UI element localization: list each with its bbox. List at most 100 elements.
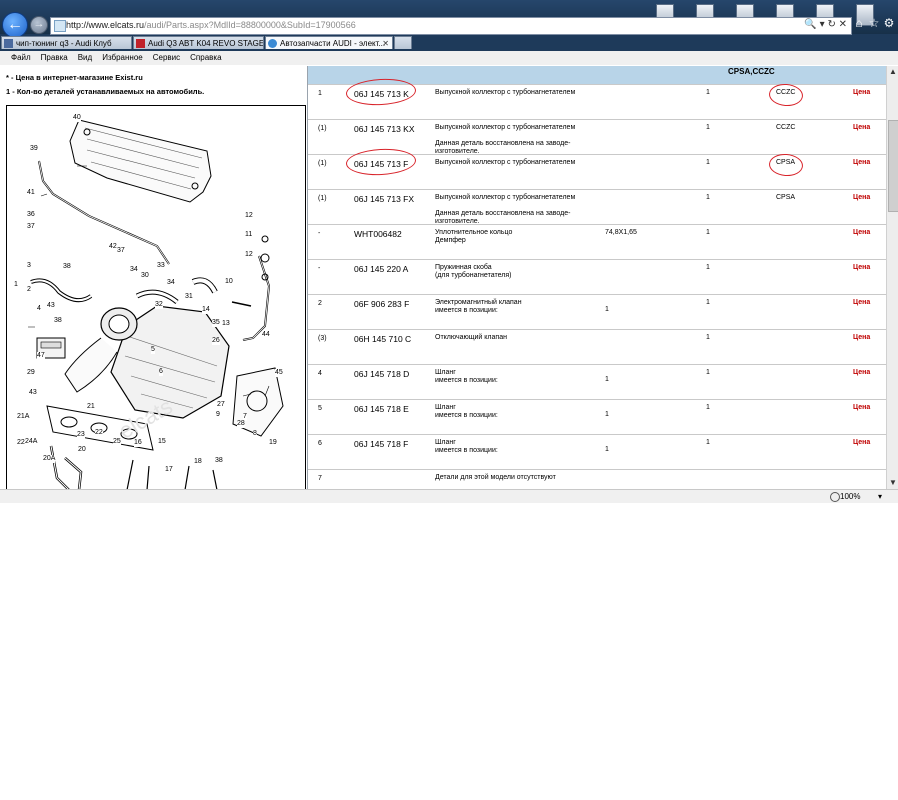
price-link[interactable]: Цена [853,229,870,236]
price-link[interactable]: Цена [853,439,870,446]
tab-abt-revo[interactable]: Audi Q3 ABT K04 REVO STAGE III [133,36,264,49]
zoom-level[interactable]: 100% [840,490,860,503]
diagram-callout-number[interactable]: 37 [117,247,125,255]
price-link[interactable]: Цена [853,334,870,341]
diagram-callout-number[interactable]: 27 [217,401,225,409]
part-number-link[interactable]: 06J 145 713 KX [354,124,448,134]
part-number-link[interactable]: 06J 145 718 D [354,369,448,379]
diagram-callout-number[interactable]: 47 [37,352,45,360]
diagram-callout-number[interactable]: 24A [25,438,38,446]
price-link[interactable]: Цена [853,299,870,306]
diagram-callout-number[interactable]: 21A [17,413,30,421]
diagram-callout-number[interactable]: 8 [253,430,257,438]
new-tab-button[interactable] [394,36,412,49]
diagram-callout-number[interactable]: 38 [215,457,223,465]
diagram-callout-number[interactable]: 28 [237,420,245,428]
diagram-callout-number[interactable]: 5 [151,346,155,354]
diagram-callout-number[interactable]: 42 [109,243,117,251]
diagram-callout-number[interactable]: 41 [27,189,35,197]
diagram-callout-number[interactable]: 19 [269,439,277,447]
part-number-link[interactable]: 06J 145 220 A [354,264,448,274]
diagram-callout-number[interactable]: 14 [202,306,210,314]
diagram-callout-number[interactable]: 40 [73,114,81,122]
part-number-link[interactable]: 06H 145 710 C [354,334,448,344]
diagram-callout-number[interactable]: 35 [212,319,220,327]
part-number-link[interactable]: WHT006482 [354,229,448,239]
price-link[interactable]: Цена [853,89,870,96]
diagram-callout-number[interactable]: 2 [27,286,31,294]
diagram-callout-number[interactable]: 13 [222,320,230,328]
diagram-callout-number[interactable]: 20A [43,455,56,463]
forward-button[interactable]: → [30,16,48,34]
price-link[interactable]: Цена [853,264,870,271]
diagram-callout-number[interactable]: 18 [194,458,202,466]
part-number-link[interactable]: 06J 145 718 E [354,404,448,414]
part-number-link[interactable]: 06J 145 713 K [354,89,448,99]
tab-elcats[interactable]: Автозапчасти AUDI - элект... ✕ [265,36,393,49]
diagram-callout-number[interactable]: 12 [245,251,253,259]
price-link[interactable]: Цена [853,369,870,376]
favorites-star-icon[interactable]: ☆ [867,16,881,30]
tab-audi-club[interactable]: чип-тюнинг q3 - Audi Клуб [1,36,132,49]
diagram-callout-number[interactable]: 15 [158,438,166,446]
menu-tools[interactable]: Сервис [148,51,185,65]
settings-gear-icon[interactable]: ⚙ [882,16,896,30]
price-link[interactable]: Цена [853,124,870,131]
diagram-callout-number[interactable]: 9 [216,411,220,419]
diagram-callout-number[interactable]: 38 [63,263,71,271]
diagram-callout-number[interactable]: 44 [262,331,270,339]
diagram-callout-number[interactable]: 45 [275,369,283,377]
search-icon[interactable]: 🔍 [804,19,816,30]
scroll-up-icon[interactable]: ▲ [887,66,898,78]
diagram-callout-number[interactable]: 33 [157,262,165,270]
part-number-link[interactable]: 06F 906 283 F [354,299,448,309]
price-link[interactable]: Цена [853,159,870,166]
diagram-callout-number[interactable]: 16 [134,439,142,447]
menu-view[interactable]: Вид [73,51,97,65]
diagram-callout-number[interactable]: 26 [212,337,220,345]
diagram-callout-number[interactable]: 34 [130,266,138,274]
diagram-callout-number[interactable]: 11 [245,231,253,239]
scroll-thumb[interactable] [888,120,898,212]
menu-favorites[interactable]: Избранное [97,51,148,65]
diagram-callout-number[interactable]: 1 [14,281,18,289]
diagram-callout-number[interactable]: 39 [30,145,38,153]
diagram-callout-number[interactable]: 6 [159,368,163,376]
diagram-callout-number[interactable]: 25 [113,438,121,446]
price-link[interactable]: Цена [853,194,870,201]
diagram-callout-number[interactable]: 43 [29,389,37,397]
diagram-callout-number[interactable]: 34 [167,279,175,287]
diagram-callout-number[interactable]: 3 [27,262,31,270]
diagram-callout-number[interactable]: 37 [27,223,35,231]
diagram-callout-number[interactable]: 10 [225,278,233,286]
vertical-scrollbar[interactable]: ▲ ▼ [886,66,898,489]
part-number-link[interactable]: 06J 145 713 FX [354,194,448,204]
diagram-callout-number[interactable]: 17 [165,466,173,474]
diagram-callout-number[interactable]: 29 [27,369,35,377]
part-number-link[interactable]: 06J 145 718 F [354,439,448,449]
diagram-callout-number[interactable]: 20 [78,446,86,454]
part-number-link[interactable]: 06J 145 713 F [354,159,448,169]
refresh-icon[interactable]: ↻ [827,19,835,30]
address-bar[interactable]: http://www.elcats.ru/audi/Parts.aspx?Mdl… [50,17,852,35]
diagram-callout-number[interactable]: 12 [245,212,253,220]
home-icon[interactable]: ⌂ [852,16,866,30]
diagram-callout-number[interactable]: 4 [37,305,41,313]
tab-close-icon[interactable]: ✕ [382,37,389,49]
diagram-callout-number[interactable]: 36 [27,211,35,219]
diagram-callout-number[interactable]: 30 [141,272,149,280]
diagram-callout-number[interactable]: 31 [185,293,193,301]
diagram-callout-number[interactable]: 23 [77,431,85,439]
diagram-callout-number[interactable]: 38 [54,317,62,325]
menu-edit[interactable]: Правка [36,51,73,65]
zoom-dropdown-icon[interactable]: ▾ [878,490,882,503]
diagram-callout-number[interactable]: 32 [155,301,163,309]
dropdown-icon[interactable]: ▾ [820,19,825,30]
scroll-down-icon[interactable]: ▼ [887,477,898,489]
price-link[interactable]: Цена [853,404,870,411]
diagram-callout-number[interactable]: 21 [87,403,95,411]
menu-file[interactable]: Файл [0,51,36,65]
menu-help[interactable]: Справка [185,51,226,65]
stop-icon[interactable]: ✕ [839,19,847,30]
diagram-callout-number[interactable]: 22 [95,429,103,437]
